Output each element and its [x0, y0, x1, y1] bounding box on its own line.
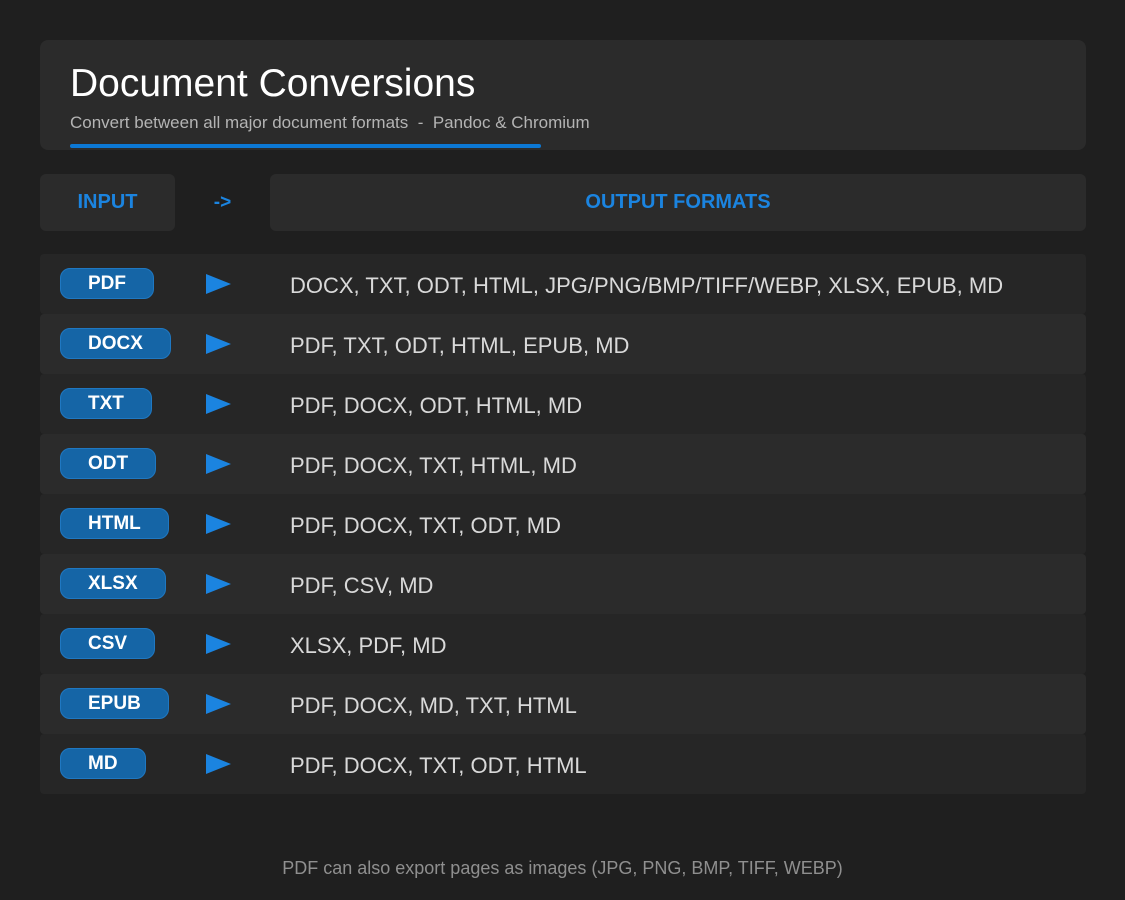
input-format-badge: DOCX	[60, 328, 171, 359]
page-subtitle: Convert between all major document forma…	[70, 113, 590, 132]
header-card: Document Conversions Convert between all…	[40, 40, 1086, 150]
input-format-badge: MD	[60, 748, 146, 779]
conversion-row-xlsx: XLSX PDF, CSV, MD	[40, 554, 1086, 614]
input-format-badge: ODT	[60, 448, 157, 479]
output-formats: DOCX, TXT, ODT, HTML, JPG/PNG/BMP/TIFF/W…	[290, 273, 1004, 298]
input-format-badge: HTML	[60, 508, 169, 539]
play-triangle-icon	[206, 454, 231, 474]
play-triangle-icon	[206, 514, 231, 534]
conversion-row-html: HTML PDF, DOCX, TXT, ODT, MD	[40, 494, 1086, 554]
output-formats: PDF, CSV, MD	[290, 573, 434, 598]
output-formats: PDF, DOCX, TXT, ODT, HTML	[290, 753, 587, 778]
input-column-header: INPUT	[40, 174, 175, 231]
conversion-row-epub: EPUB PDF, DOCX, MD, TXT, HTML	[40, 674, 1086, 734]
input-format-badge: XLSX	[60, 568, 166, 599]
play-triangle-icon	[206, 574, 231, 594]
input-format-badge: PDF	[60, 268, 154, 299]
output-column-header: OUTPUT FORMATS	[270, 174, 1086, 231]
output-formats: PDF, TXT, ODT, HTML, EPUB, MD	[290, 333, 630, 358]
conversion-row-docx: DOCX PDF, TXT, ODT, HTML, EPUB, MD	[40, 314, 1086, 374]
output-formats: PDF, DOCX, TXT, ODT, MD	[290, 513, 561, 538]
output-formats: PDF, DOCX, ODT, HTML, MD	[290, 393, 583, 418]
input-format-badge: CSV	[60, 628, 156, 659]
output-formats: PDF, DOCX, MD, TXT, HTML	[290, 693, 577, 718]
conversion-table: PDF DOCX, TXT, ODT, HTML, JPG/PNG/BMP/TI…	[40, 254, 1086, 794]
title-accent-bar	[70, 144, 541, 148]
play-triangle-icon	[206, 694, 231, 714]
input-format-badge: EPUB	[60, 688, 169, 719]
play-triangle-icon	[206, 334, 231, 354]
play-triangle-icon	[206, 754, 231, 774]
footer-note: PDF can also export pages as images (JPG…	[282, 858, 843, 878]
play-triangle-icon	[206, 634, 231, 654]
conversion-row-odt: ODT PDF, DOCX, TXT, HTML, MD	[40, 434, 1086, 494]
play-triangle-icon	[206, 394, 231, 414]
output-formats: XLSX, PDF, MD	[290, 633, 447, 658]
play-triangle-icon	[206, 274, 231, 294]
arrow-column-header: ->	[213, 191, 232, 213]
conversion-row-txt: TXT PDF, DOCX, ODT, HTML, MD	[40, 374, 1086, 434]
page-title: Document Conversions	[70, 62, 476, 105]
conversion-row-md: MD PDF, DOCX, TXT, ODT, HTML	[40, 734, 1086, 794]
conversion-row-csv: CSV XLSX, PDF, MD	[40, 614, 1086, 674]
output-formats: PDF, DOCX, TXT, HTML, MD	[290, 453, 577, 478]
conversion-row-pdf: PDF DOCX, TXT, ODT, HTML, JPG/PNG/BMP/TI…	[40, 254, 1086, 314]
input-format-badge: TXT	[60, 388, 152, 419]
